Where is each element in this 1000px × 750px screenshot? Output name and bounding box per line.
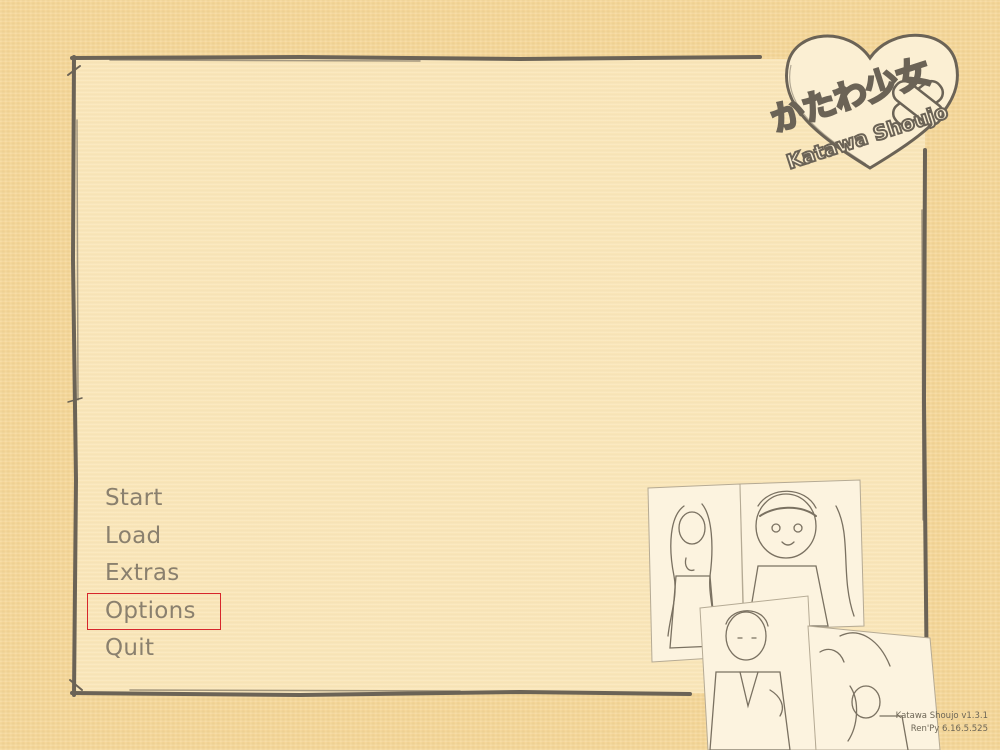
options-button[interactable]: Options <box>87 592 221 630</box>
game-version-text: Katawa Shoujo v1.3.1 <box>895 711 988 721</box>
game-logo: かたわ少女 Katawa Shoujo <box>758 18 983 173</box>
main-menu-screen: かたわ少女 Katawa Shoujo Start Load Extras Op… <box>0 0 1000 750</box>
engine-version-text: Ren'Py 6.16.5.525 <box>910 724 988 734</box>
sketch-photo-hisao <box>699 595 817 750</box>
version-info: Katawa Shoujo v1.3.1 Ren'Py 6.16.5.525 <box>896 710 988 736</box>
extras-button[interactable]: Extras <box>87 555 247 593</box>
start-button[interactable]: Start <box>87 480 247 518</box>
load-button[interactable]: Load <box>87 518 247 556</box>
main-menu: Start Load Extras Options Quit <box>87 480 247 668</box>
quit-button[interactable]: Quit <box>87 630 247 668</box>
character-sketch-collage <box>640 476 1000 750</box>
